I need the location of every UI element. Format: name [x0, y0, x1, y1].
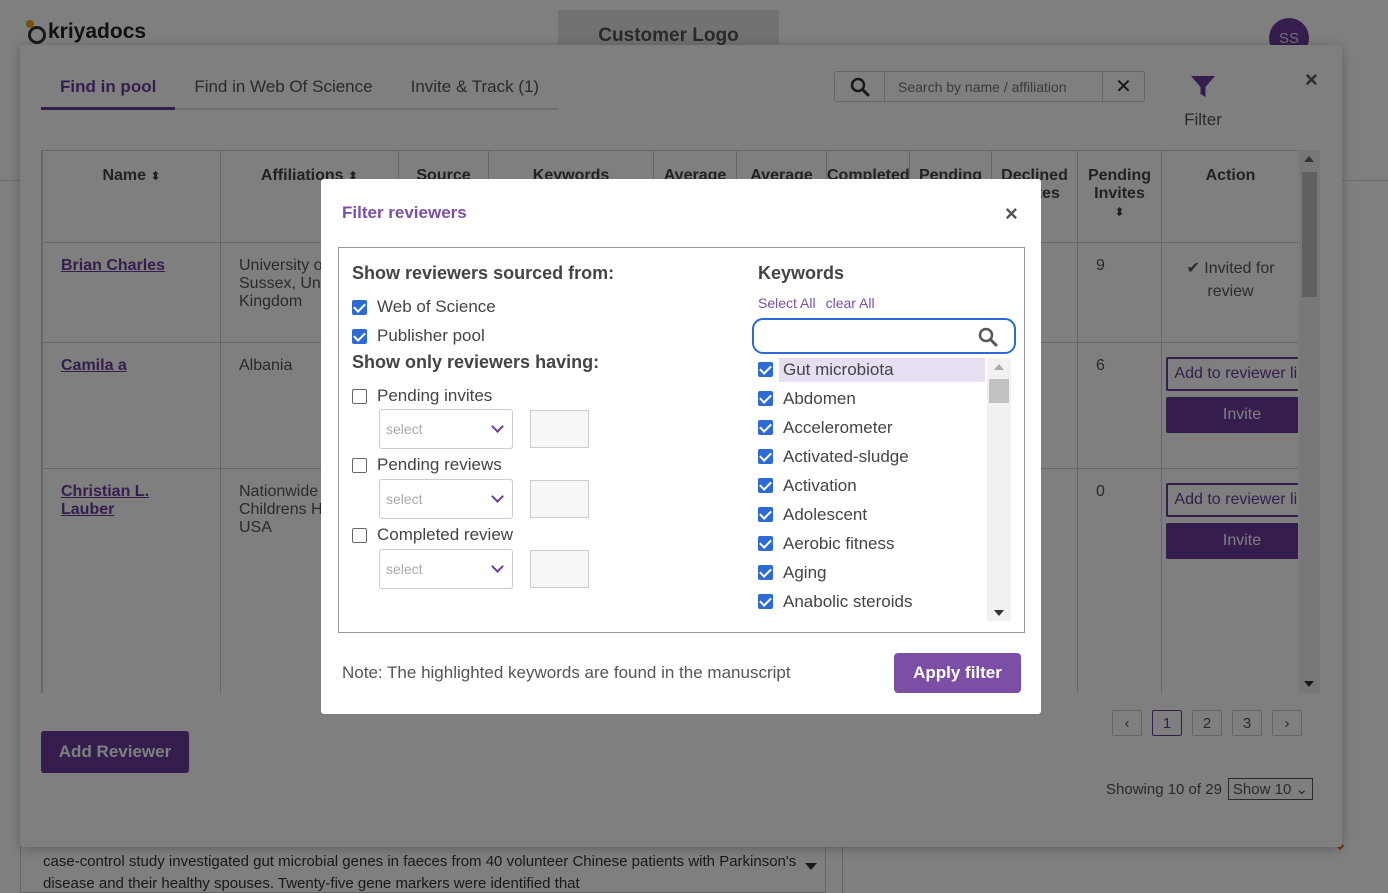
- chevron-down-icon: [491, 560, 504, 573]
- select-all-link[interactable]: Select All: [758, 295, 816, 311]
- keyword-item[interactable]: Aerobic fitness: [758, 529, 1011, 558]
- completed-review-select[interactable]: select: [379, 549, 513, 589]
- keyword-search-input[interactable]: [752, 318, 1016, 354]
- source-publisher-pool[interactable]: Publisher pool: [352, 326, 485, 346]
- filter-reviewers-dialog: Filter reviewers × Show reviewers source…: [321, 179, 1041, 714]
- search-icon: [978, 327, 998, 347]
- close-dialog-button[interactable]: ×: [1005, 201, 1018, 227]
- keyword-scrollbar[interactable]: [987, 359, 1011, 621]
- scroll-down-icon[interactable]: [994, 610, 1004, 616]
- checkbox[interactable]: [352, 299, 367, 315]
- keyword-item[interactable]: Accelerometer: [758, 413, 1011, 442]
- checkbox[interactable]: [352, 527, 367, 543]
- chevron-down-icon: [491, 490, 504, 503]
- checkbox[interactable]: [758, 362, 773, 377]
- checkbox[interactable]: [352, 388, 367, 404]
- checkbox[interactable]: [352, 457, 367, 473]
- checkbox[interactable]: [758, 536, 773, 551]
- keyword-item[interactable]: Activation: [758, 471, 1011, 500]
- checkbox[interactable]: [758, 420, 773, 435]
- checkbox[interactable]: [758, 565, 773, 580]
- highlight-note: Note: The highlighted keywords are found…: [342, 663, 791, 682]
- completed-review-count-input[interactable]: [530, 550, 589, 588]
- keyword-actions: Select All clear All: [758, 295, 875, 311]
- pending-reviews-count-input[interactable]: [530, 480, 589, 518]
- keyword-item[interactable]: Gut microbiota: [758, 355, 1011, 384]
- having-completed-review[interactable]: Completed review: [352, 525, 513, 545]
- filter-body: Show reviewers sourced from: Web of Scie…: [338, 247, 1025, 633]
- chevron-down-icon: [491, 420, 504, 433]
- source-web-of-science[interactable]: Web of Science: [352, 297, 496, 317]
- pending-reviews-select[interactable]: select: [379, 479, 513, 519]
- checkbox[interactable]: [758, 449, 773, 464]
- having-pending-reviews[interactable]: Pending reviews: [352, 455, 502, 475]
- dialog-title: Filter reviewers: [342, 203, 467, 222]
- checkbox[interactable]: [758, 507, 773, 522]
- checkbox[interactable]: [758, 594, 773, 609]
- checkbox[interactable]: [352, 328, 367, 344]
- pending-invites-select[interactable]: select: [379, 409, 513, 449]
- keyword-item[interactable]: Abdomen: [758, 384, 1011, 413]
- keyword-item[interactable]: Aging: [758, 558, 1011, 587]
- keyword-item[interactable]: Adolescent: [758, 500, 1011, 529]
- apply-filter-button[interactable]: Apply filter: [894, 653, 1021, 693]
- scrollbar-thumb[interactable]: [989, 379, 1009, 403]
- having-title: Show only reviewers having:: [352, 352, 600, 372]
- checkbox[interactable]: [758, 478, 773, 493]
- keyword-item[interactable]: Anabolic steroids: [758, 587, 1011, 616]
- scroll-up-icon[interactable]: [994, 364, 1004, 370]
- keyword-list: Gut microbiota Abdomen Accelerometer Act…: [758, 355, 1011, 620]
- sourced-from-title: Show reviewers sourced from:: [352, 263, 615, 283]
- keyword-item[interactable]: Activated-sludge: [758, 442, 1011, 471]
- checkbox[interactable]: [758, 391, 773, 406]
- pending-invites-count-input[interactable]: [530, 410, 589, 448]
- having-pending-invites[interactable]: Pending invites: [352, 386, 492, 406]
- clear-all-link[interactable]: clear All: [826, 295, 875, 311]
- keywords-title: Keywords: [758, 263, 845, 283]
